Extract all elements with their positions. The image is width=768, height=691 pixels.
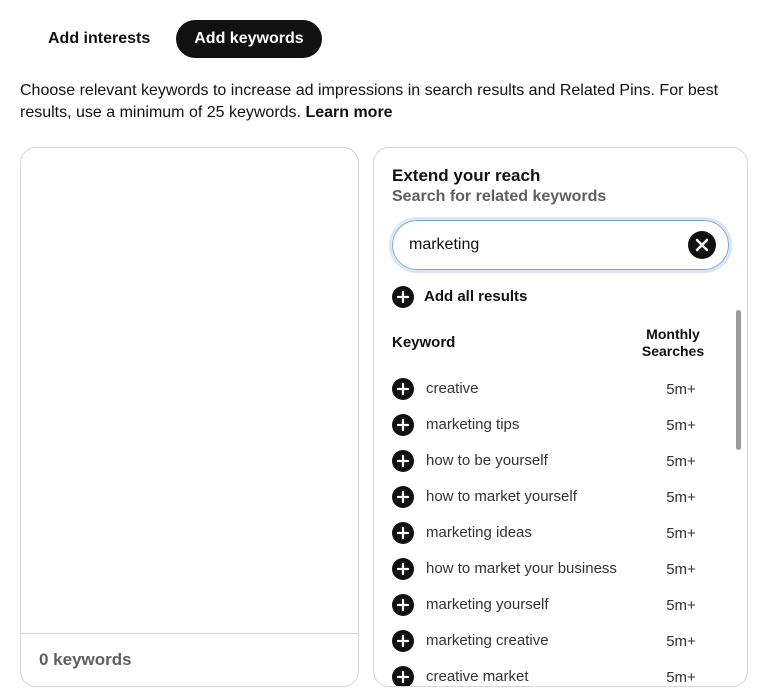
result-row: how to be yourself 5m+ — [392, 443, 729, 479]
result-label: how to market your business — [426, 560, 637, 579]
result-count: 5m+ — [649, 381, 729, 398]
add-all-label: Add all results — [424, 288, 527, 305]
result-label: marketing yourself — [426, 596, 637, 615]
learn-more-link[interactable]: Learn more — [305, 104, 392, 121]
plus-icon — [397, 383, 409, 395]
result-count: 5m+ — [649, 489, 729, 506]
result-count: 5m+ — [649, 633, 729, 650]
col-header-keyword: Keyword — [392, 334, 633, 351]
add-all-results[interactable]: Add all results — [392, 286, 729, 308]
result-label: how to be yourself — [426, 452, 637, 471]
add-keyword-button[interactable] — [392, 558, 414, 580]
plus-icon — [397, 599, 409, 611]
plus-icon — [397, 671, 409, 683]
col-header-searches: Monthly Searches — [633, 326, 713, 360]
plus-icon — [397, 455, 409, 467]
panels: 0 keywords Extend your reach Search for … — [20, 147, 748, 687]
result-row: how to market yourself 5m+ — [392, 479, 729, 515]
panel-subheading: Search for related keywords — [392, 188, 729, 206]
plus-icon — [397, 563, 409, 575]
result-count: 5m+ — [649, 525, 729, 542]
intro-text: Choose relevant keywords to increase ad … — [20, 80, 748, 125]
result-row: marketing creative 5m+ — [392, 623, 729, 659]
scrollbar[interactable] — [736, 310, 741, 450]
search-input-wrap[interactable] — [392, 220, 729, 270]
selected-keywords-count: 0 keywords — [21, 633, 358, 686]
add-keyword-button[interactable] — [392, 522, 414, 544]
plus-icon — [397, 527, 409, 539]
result-label: creative market — [426, 668, 637, 686]
tab-add-interests[interactable]: Add interests — [30, 20, 168, 58]
result-row: marketing yourself 5m+ — [392, 587, 729, 623]
tab-add-keywords[interactable]: Add keywords — [176, 20, 321, 58]
result-row: how to market your business 5m+ — [392, 551, 729, 587]
result-row: creative market 5m+ — [392, 659, 729, 685]
clear-search-button[interactable] — [688, 231, 716, 259]
result-count: 5m+ — [649, 597, 729, 614]
result-count: 5m+ — [649, 669, 729, 686]
add-keyword-button[interactable] — [392, 486, 414, 508]
results-list: creative5m+marketing tips5m+how to be yo… — [392, 371, 729, 685]
result-count: 5m+ — [649, 561, 729, 578]
result-label: how to market yourself — [426, 488, 637, 507]
keyword-search-panel: Extend your reach Search for related key… — [373, 147, 748, 687]
result-row: marketing ideas 5m+ — [392, 515, 729, 551]
result-label: marketing tips — [426, 416, 637, 435]
result-label: creative — [426, 380, 637, 399]
panel-heading: Extend your reach — [392, 166, 729, 186]
result-label: marketing ideas — [426, 524, 637, 543]
add-keyword-button[interactable] — [392, 594, 414, 616]
tabs-row: Add interests Add keywords — [20, 20, 748, 58]
add-keyword-button[interactable] — [392, 414, 414, 436]
add-keyword-button[interactable] — [392, 666, 414, 685]
result-count: 5m+ — [649, 453, 729, 470]
result-row: marketing tips 5m+ — [392, 407, 729, 443]
plus-icon — [392, 286, 414, 308]
result-count: 5m+ — [649, 417, 729, 434]
result-row: creative 5m+ — [392, 371, 729, 407]
plus-icon — [397, 635, 409, 647]
plus-icon — [397, 491, 409, 503]
plus-icon — [397, 419, 409, 431]
search-input[interactable] — [409, 236, 688, 254]
result-label: marketing creative — [426, 632, 637, 651]
results-header: Keyword Monthly Searches — [392, 326, 729, 360]
selected-keywords-body — [21, 148, 358, 633]
add-keyword-button[interactable] — [392, 378, 414, 400]
add-keyword-button[interactable] — [392, 450, 414, 472]
close-icon — [695, 238, 709, 252]
selected-keywords-panel: 0 keywords — [20, 147, 359, 687]
add-keyword-button[interactable] — [392, 630, 414, 652]
